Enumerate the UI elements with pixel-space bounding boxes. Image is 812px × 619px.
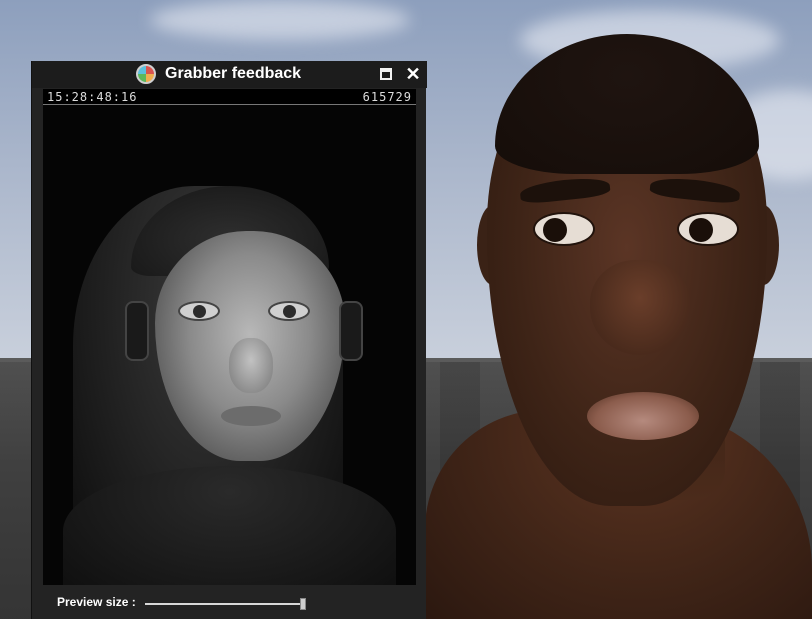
- digital-human-avatar: [425, 30, 812, 619]
- avatar-iris: [689, 218, 713, 242]
- actor-eye-right: [268, 301, 310, 321]
- grabber-feedback-window: Grabber feedback ✕ 15:28:48:16 615729 Pr…: [31, 61, 427, 619]
- actor-pupil: [283, 305, 296, 318]
- preview-size-slider[interactable]: [145, 598, 306, 610]
- avatar-iris: [543, 218, 567, 242]
- window-title: Grabber feedback: [165, 65, 302, 82]
- actor-nose: [229, 338, 273, 393]
- timecode-bar: 15:28:48:16 615729: [43, 89, 416, 105]
- restore-icon[interactable]: [380, 68, 392, 80]
- headset-camera-mount-left: [125, 301, 149, 361]
- actor-eye-left: [178, 301, 220, 321]
- actor-pupil: [193, 305, 206, 318]
- grabber-app-icon: [136, 64, 156, 84]
- avatar-mouth: [587, 392, 699, 440]
- avatar-eye-left: [533, 212, 595, 246]
- timecode: 15:28:48:16: [47, 90, 138, 104]
- preview-size-control: Preview size :: [32, 587, 427, 619]
- close-icon[interactable]: ✕: [405, 64, 421, 84]
- window-titlebar[interactable]: Grabber feedback ✕: [32, 61, 427, 88]
- actor-shoulders: [63, 466, 396, 585]
- preview-size-label: Preview size :: [57, 595, 136, 609]
- actor-mouth: [221, 406, 281, 426]
- camera-preview: 15:28:48:16 615729: [43, 89, 416, 585]
- avatar-hair: [495, 34, 759, 174]
- slider-handle[interactable]: [300, 598, 306, 610]
- headset-camera-mount-right: [339, 301, 363, 361]
- avatar-eye-right: [677, 212, 739, 246]
- cloud: [150, 0, 410, 40]
- frame-count: 615729: [362, 90, 412, 104]
- actor-video-frame: [43, 106, 416, 585]
- avatar-nose: [590, 260, 690, 355]
